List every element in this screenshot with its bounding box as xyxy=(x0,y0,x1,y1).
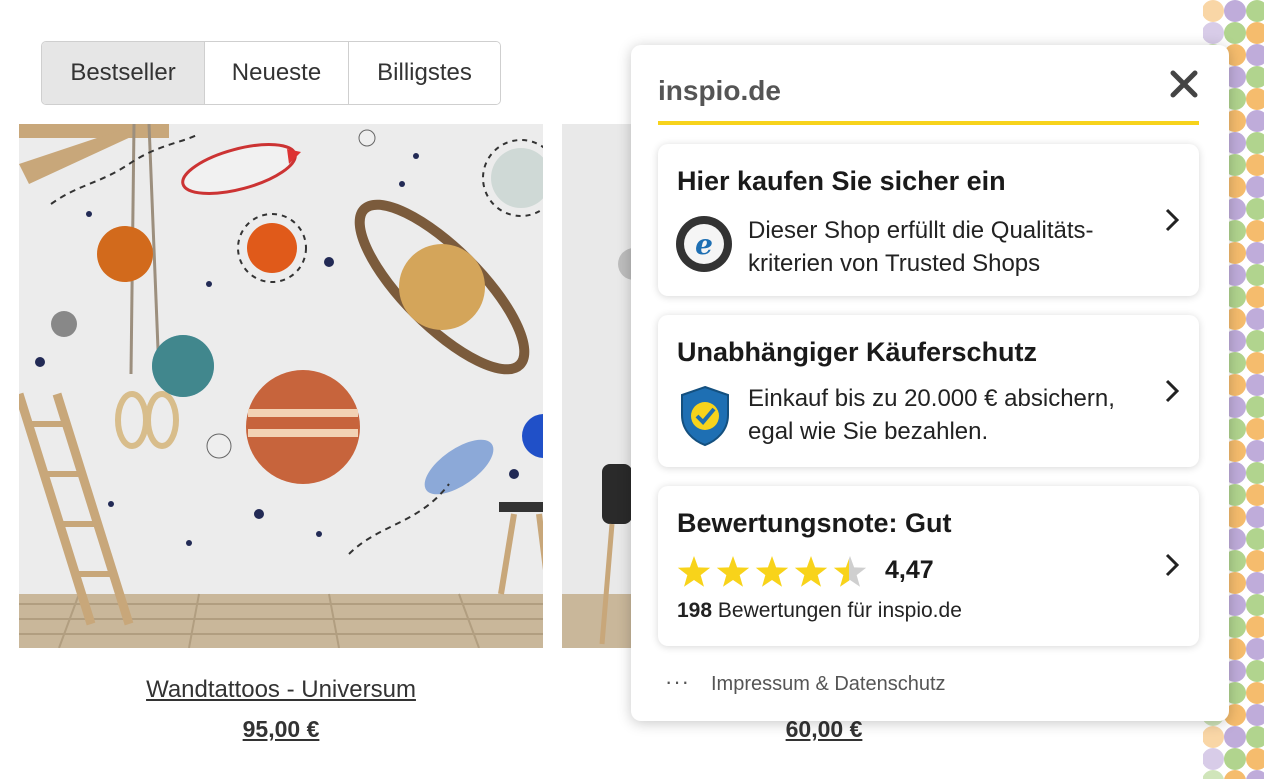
rating-stars xyxy=(677,556,866,587)
popup-title: inspio.de xyxy=(658,75,781,106)
star-icon xyxy=(755,556,789,587)
pattern-dot xyxy=(1224,748,1246,770)
trusted-shops-guarantee-icon: e xyxy=(676,216,732,272)
more-options-icon[interactable]: ··· xyxy=(665,669,690,695)
review-count: 198 Bewertungen für inspio.de xyxy=(677,599,962,622)
pattern-dot xyxy=(1224,22,1246,44)
card-rating[interactable]: Bewertungsnote: Gut 4,47 198 Bewertungen… xyxy=(658,486,1199,646)
card-text: Dieser Shop erfüllt die Qualitäts- krite… xyxy=(748,217,1094,277)
pattern-dot xyxy=(1203,22,1224,44)
product-image-universe[interactable] xyxy=(19,124,543,648)
sort-tab-bestseller[interactable]: Bestseller xyxy=(42,42,205,104)
product-title[interactable]: Wandtattoos - Universum xyxy=(19,676,543,704)
star-icon xyxy=(833,556,866,587)
chevron-right-icon xyxy=(1165,208,1180,232)
chevron-right-icon xyxy=(1165,553,1180,577)
card-buyer-protection[interactable]: Unabhängiger Käuferschutz Einkauf bis zu… xyxy=(658,315,1199,467)
star-icon xyxy=(794,556,828,587)
sort-tab-billigstes[interactable]: Billigstes xyxy=(349,42,500,104)
product-price: 95,00 € xyxy=(242,716,320,742)
star-icon xyxy=(677,556,711,587)
rating-value: 4,47 xyxy=(885,556,934,584)
card-secure-shopping[interactable]: Hier kaufen Sie sicher ein e Dieser Shop… xyxy=(658,144,1199,296)
card-title: Hier kaufen Sie sicher ein xyxy=(677,166,1006,196)
card-title: Unabhängiger Käuferschutz xyxy=(677,337,1038,367)
sort-tab-neueste[interactable]: Neueste xyxy=(205,42,349,104)
shield-check-icon xyxy=(681,385,729,447)
pattern-dot xyxy=(1203,726,1224,748)
pattern-dot xyxy=(1224,726,1246,748)
close-button[interactable] xyxy=(1167,67,1201,101)
close-icon xyxy=(1170,70,1198,98)
pattern-dot xyxy=(1203,748,1224,770)
pattern-dot xyxy=(1224,0,1246,22)
star-icon xyxy=(716,556,750,587)
svg-text:e: e xyxy=(695,228,713,261)
popup-header: inspio.de xyxy=(658,70,1199,125)
chevron-right-icon xyxy=(1165,379,1180,403)
trusted-shops-popup: inspio.de Hier kaufen Sie sicher ein e D… xyxy=(631,45,1229,721)
card-title: Bewertungsnote: Gut xyxy=(677,508,952,538)
imprint-privacy-link[interactable]: Impressum & Datenschutz xyxy=(711,673,946,696)
pattern-dot xyxy=(1203,0,1224,22)
card-text: Einkauf bis zu 20.000 € absichern, egal … xyxy=(748,385,1115,445)
sort-tabs: Bestseller Neueste Billigstes xyxy=(41,41,501,105)
